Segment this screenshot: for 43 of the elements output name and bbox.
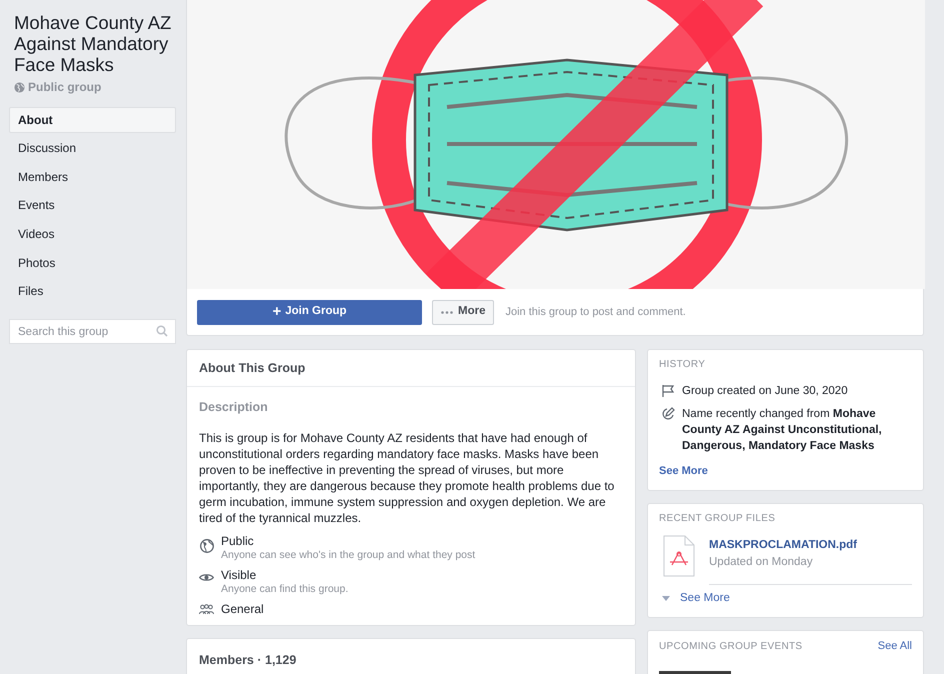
- join-hint: Join this group to post and comment.: [505, 304, 686, 320]
- pdf-file-icon: [663, 534, 695, 576]
- search-field[interactable]: Search this group: [9, 319, 176, 344]
- eye-icon: [199, 572, 214, 582]
- see-all-link[interactable]: See All: [878, 638, 912, 655]
- card-title: About This Group: [187, 350, 635, 387]
- card-title: Members · 1,129: [199, 652, 298, 669]
- section-heading: Description: [199, 399, 269, 416]
- nav-item[interactable]: About: [9, 107, 176, 133]
- flag-icon: [661, 384, 675, 398]
- see-more-link[interactable]: See More: [659, 463, 912, 480]
- card-title: UPCOMING GROUP EVENTS: [659, 640, 802, 654]
- fact-title: Public: [221, 534, 255, 549]
- people-icon: [199, 604, 214, 615]
- card-title: RECENT GROUP FILES: [659, 512, 776, 526]
- privacy-label: Public group: [28, 79, 102, 96]
- fact-detail: Anyone can find this group.: [221, 582, 348, 596]
- group-description: This is group is for Mohave County AZ residents that have had enough of unconstitutional orders regarding mandatory face masks. Masks have been proven to be ineffective in preventing the spread of viruses, but more importantly, they are dangerous because they promote health problems due to germ incubation, immune system suppression and oxygen depletion. We are tired of the tyrannical muzzles.: [199, 430, 616, 526]
- fact-title: General: [221, 602, 264, 617]
- card-title: HISTORY: [659, 358, 706, 372]
- search-icon: [156, 325, 168, 338]
- join-group-button[interactable]: + Join Group: [197, 300, 422, 324]
- file-updated: Updated on Monday: [709, 554, 814, 570]
- nav-item[interactable]: Members: [9, 164, 176, 190]
- pencil-icon: [661, 407, 675, 421]
- history-entry: Group created on June 30, 2020: [682, 384, 848, 399]
- nav-item[interactable]: Videos: [9, 221, 176, 248]
- plus-icon: +: [272, 305, 282, 319]
- caret-icon: [662, 596, 670, 602]
- globe-icon: [200, 538, 214, 553]
- file-link[interactable]: MASKPROCLAMATION.pdf: [709, 536, 912, 554]
- nav-item[interactable]: Files: [9, 278, 176, 304]
- nav-item[interactable]: Events: [9, 192, 176, 218]
- history-entry: Name recently changed from Mohave County AZ Against Unconstitutional, Dangerous, Mandatory Face Masks: [682, 407, 883, 454]
- more-icon: [441, 310, 453, 314]
- group-title: Mohave County AZ Against Mandatory Face Masks: [13, 11, 172, 75]
- more-button[interactable]: More: [432, 300, 494, 324]
- globe-icon: [14, 82, 25, 92]
- fact-title: Visible: [221, 568, 258, 583]
- nav-item[interactable]: Photos: [9, 250, 176, 276]
- fact-detail: Anyone can see who's in the group and what they post: [221, 548, 476, 562]
- nav-item[interactable]: Discussion: [9, 135, 176, 161]
- see-more-link[interactable]: See More: [659, 590, 912, 608]
